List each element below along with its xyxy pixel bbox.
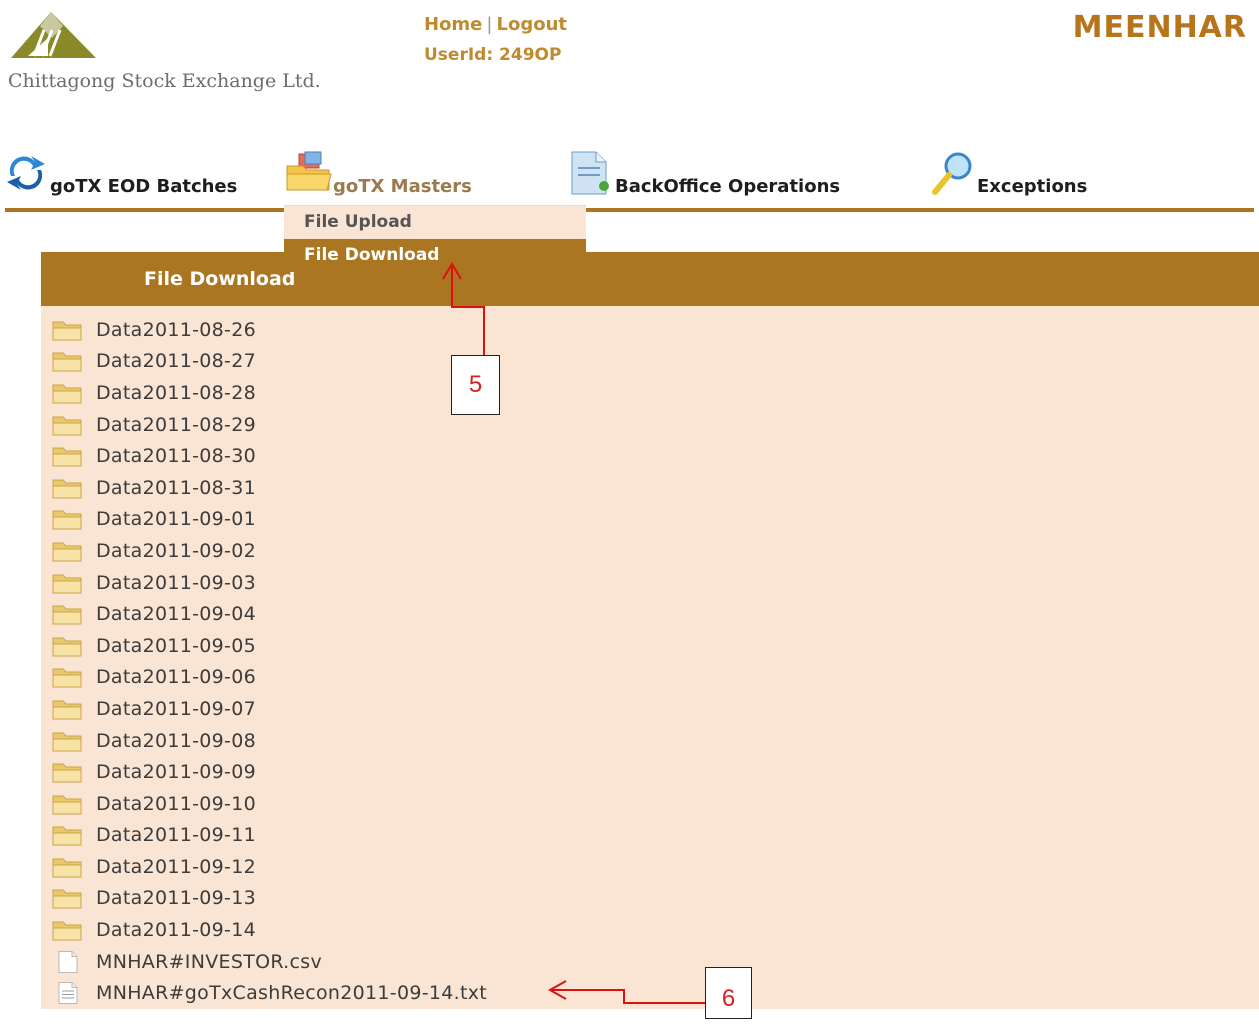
folder-icon [52, 921, 82, 941]
file-name: Data2011-09-08 [96, 729, 256, 752]
folder-icon [52, 795, 82, 815]
folder-icon [52, 352, 82, 372]
file-list: Data2011-08-26 Data2011-08-27 Data2011-08-… [52, 314, 487, 1009]
folder-row[interactable]: Data2011-08-28 [52, 377, 487, 409]
gotx-masters-dropdown: File Upload File Download [284, 205, 586, 272]
top-links: Home | Logout [424, 14, 567, 35]
folder-row[interactable]: Data2011-09-13 [52, 883, 487, 915]
exchange-logo-mark-icon [11, 12, 96, 58]
folder-stack-icon [286, 151, 332, 191]
file-name: Data2011-09-14 [96, 919, 256, 942]
file-name: Data2011-08-31 [96, 476, 256, 499]
folder-row[interactable]: Data2011-09-08 [52, 725, 487, 757]
folder-row[interactable]: Data2011-09-04 [52, 598, 487, 630]
brand-title: MEENHAR [1072, 10, 1247, 45]
folder-row[interactable]: Data2011-09-03 [52, 567, 487, 599]
nav-label-backoffice-operations: BackOffice Operations [615, 176, 841, 197]
refresh-arrows-icon [7, 156, 46, 190]
callout-5: 5 [451, 355, 500, 415]
folder-row[interactable]: Data2011-09-09 [52, 756, 487, 788]
document-icon [571, 151, 609, 195]
nav-label-eod-batches: goTX EOD Batches [50, 176, 238, 197]
home-link[interactable]: Home [424, 14, 482, 35]
nav-item-gotx-masters[interactable]: goTX Masters [285, 150, 495, 206]
file-name: Data2011-09-11 [96, 824, 256, 847]
folder-icon [52, 321, 82, 341]
file-name: Data2011-08-27 [96, 350, 256, 373]
callout-6: 6 [705, 967, 752, 1019]
folder-row[interactable]: Data2011-09-06 [52, 662, 487, 694]
folder-icon [52, 574, 82, 594]
file-name: Data2011-09-09 [96, 761, 256, 784]
file-name: Data2011-09-12 [96, 855, 256, 878]
file-name: MNHAR#INVESTOR.csv [96, 950, 323, 973]
link-separator: | [486, 14, 493, 35]
folder-row[interactable]: Data2011-09-10 [52, 788, 487, 820]
folder-icon [52, 858, 82, 878]
file-name: Data2011-08-30 [96, 445, 256, 468]
folder-icon [52, 510, 82, 530]
file-name: Data2011-09-10 [96, 792, 256, 815]
folder-row[interactable]: Data2011-09-02 [52, 535, 487, 567]
folder-icon [52, 700, 82, 720]
folder-icon [52, 668, 82, 688]
folder-row[interactable]: Data2011-08-30 [52, 440, 487, 472]
menu-item-file-download[interactable]: File Download [284, 239, 586, 272]
file-icon [58, 950, 78, 973]
folder-row[interactable]: Data2011-09-07 [52, 693, 487, 725]
nav-item-eod-batches[interactable]: goTX EOD Batches [5, 150, 255, 206]
file-row[interactable]: MNHAR#goTxCashRecon2011-09-14.txt [52, 977, 487, 1009]
folder-icon [52, 732, 82, 752]
nav-label-exceptions: Exceptions [977, 176, 1088, 197]
text-file-icon [58, 982, 78, 1005]
folder-icon [52, 542, 82, 562]
folder-row[interactable]: Data2011-08-29 [52, 409, 487, 441]
file-name: MNHAR#goTxCashRecon2011-09-14.txt [96, 982, 488, 1005]
exchange-logo: Chittagong Stock Exchange Ltd. [6, 8, 346, 93]
folder-icon [52, 447, 82, 467]
nav-item-backoffice-operations[interactable]: BackOffice Operations [568, 150, 868, 206]
folder-row[interactable]: Data2011-09-01 [52, 504, 487, 536]
file-name: Data2011-09-07 [96, 697, 256, 720]
folder-row[interactable]: Data2011-08-31 [52, 472, 487, 504]
menu-item-file-upload[interactable]: File Upload [284, 206, 586, 239]
folder-icon [52, 479, 82, 499]
file-row[interactable]: MNHAR#INVESTOR.csv [52, 946, 487, 978]
file-name: Data2011-08-29 [96, 413, 256, 436]
file-name: Data2011-09-06 [96, 666, 256, 689]
folder-icon [52, 826, 82, 846]
folder-icon [52, 763, 82, 783]
magnifier-icon [932, 152, 972, 195]
folder-row[interactable]: Data2011-08-27 [52, 346, 487, 378]
folder-row[interactable]: Data2011-08-26 [52, 314, 487, 346]
nav-item-exceptions[interactable]: Exceptions [930, 150, 1130, 206]
folder-row[interactable]: Data2011-09-05 [52, 630, 487, 662]
file-name: Data2011-08-26 [96, 318, 256, 341]
file-name: Data2011-09-04 [96, 603, 256, 626]
logo-text: Chittagong Stock Exchange Ltd. [8, 70, 321, 92]
file-name: Data2011-09-05 [96, 634, 256, 657]
file-name: Data2011-09-02 [96, 539, 256, 562]
folder-icon [52, 605, 82, 625]
main-nav: goTX EOD Batches goTX Masters BackOffice… [5, 150, 1254, 212]
folder-icon [52, 637, 82, 657]
folder-row[interactable]: Data2011-09-14 [52, 914, 487, 946]
file-name: Data2011-08-28 [96, 381, 256, 404]
logout-link[interactable]: Logout [496, 14, 567, 35]
file-name: Data2011-09-03 [96, 571, 256, 594]
panel-title: File Download [144, 268, 296, 290]
file-name: Data2011-09-01 [96, 508, 256, 531]
file-name: Data2011-09-13 [96, 887, 256, 910]
folder-row[interactable]: Data2011-09-12 [52, 851, 487, 883]
folder-icon [52, 384, 82, 404]
folder-row[interactable]: Data2011-09-11 [52, 820, 487, 852]
panel-header: File Download [41, 252, 1259, 306]
folder-icon [52, 889, 82, 909]
user-id: UserId: 249OP [424, 45, 562, 65]
folder-icon [52, 416, 82, 436]
nav-label-gotx-masters: goTX Masters [333, 176, 472, 197]
